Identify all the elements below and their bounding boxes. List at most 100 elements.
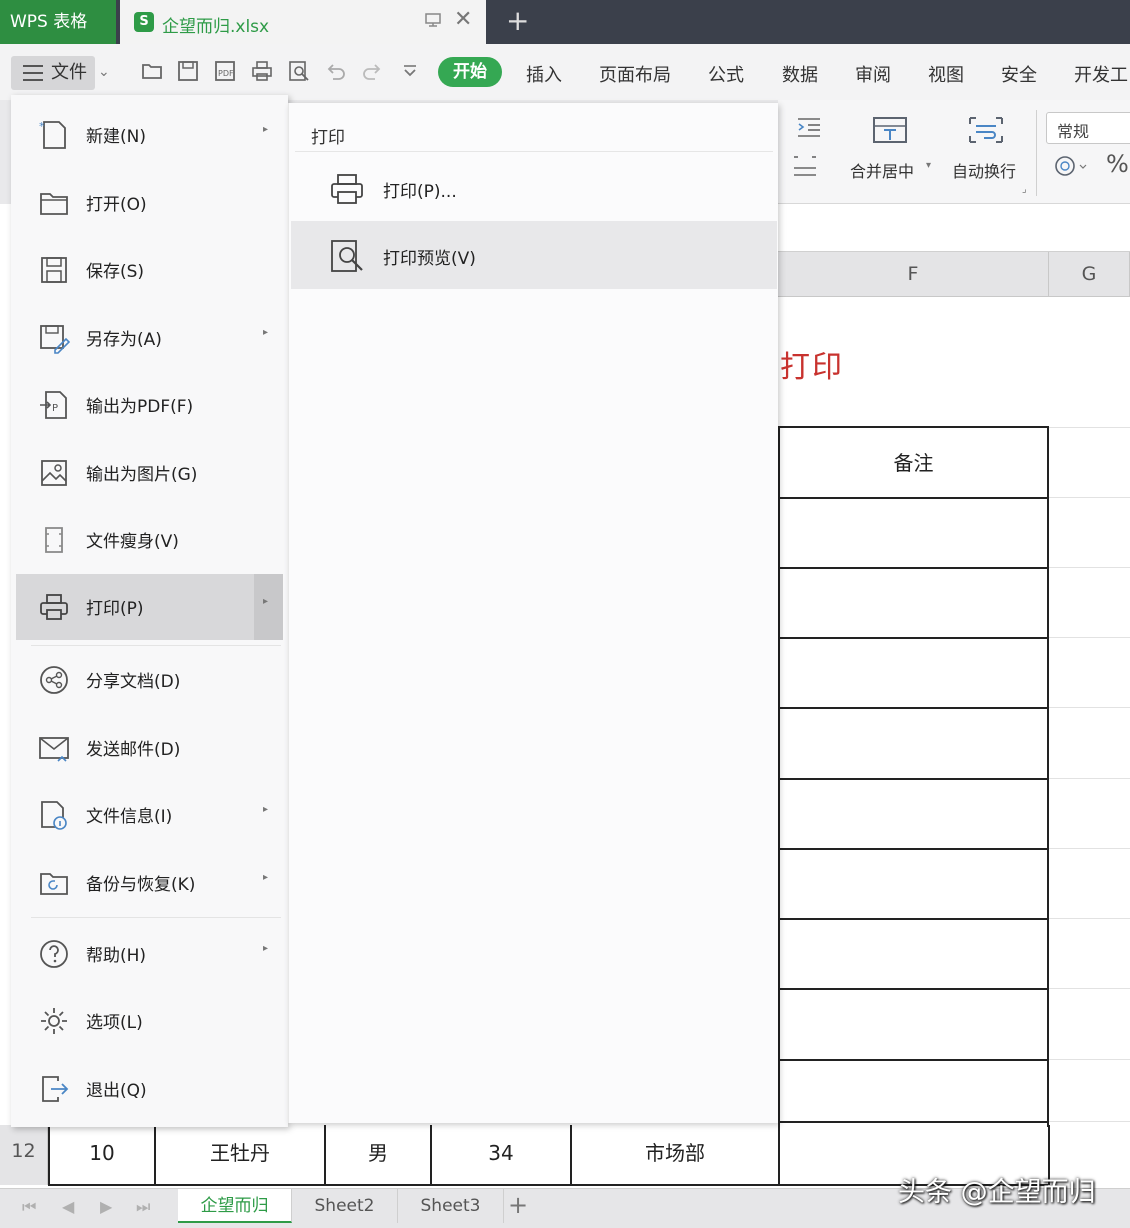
table-border bbox=[778, 707, 1049, 709]
column-header-g[interactable]: G bbox=[1049, 252, 1130, 297]
watermark: 头条 @企望而归 bbox=[898, 1177, 1096, 1208]
gridline bbox=[1049, 918, 1130, 919]
tab-insert[interactable]: 插入 bbox=[526, 61, 562, 87]
image-export-icon bbox=[38, 457, 70, 489]
customize-quick-access-icon[interactable] bbox=[399, 60, 421, 82]
tab-page-layout[interactable]: 页面布局 bbox=[599, 61, 671, 87]
print-icon[interactable] bbox=[251, 60, 273, 82]
undo-icon[interactable] bbox=[325, 60, 347, 82]
file-menu-button[interactable]: 文件 bbox=[11, 56, 95, 90]
merge-dropdown-icon[interactable]: ▾ bbox=[926, 160, 931, 171]
submenu-arrow-icon: ▸ bbox=[263, 804, 269, 815]
currency-icon[interactable] bbox=[1054, 154, 1090, 178]
new-tab-icon[interactable]: + bbox=[506, 4, 529, 37]
tab-developer[interactable]: 开发工 bbox=[1074, 61, 1128, 87]
gear-icon bbox=[38, 1005, 70, 1037]
distributed-align-icon[interactable] bbox=[792, 154, 818, 178]
pdf-icon[interactable]: PDF bbox=[214, 60, 236, 82]
cell-row12-name[interactable]: 王牡丹 bbox=[156, 1125, 326, 1185]
column-header-f[interactable]: F bbox=[778, 252, 1049, 297]
menu-item-exit[interactable]: 退出(Q) bbox=[16, 1056, 283, 1122]
table-border bbox=[778, 567, 1049, 569]
svg-text:*: * bbox=[39, 120, 45, 133]
table-border bbox=[778, 637, 1049, 639]
save-icon[interactable] bbox=[177, 60, 199, 82]
folder-icon bbox=[38, 187, 70, 219]
tab-data[interactable]: 数据 bbox=[782, 61, 818, 87]
mail-icon bbox=[38, 732, 70, 764]
menu-item-export-image[interactable]: 输出为图片(G) bbox=[16, 440, 283, 506]
menu-item-help[interactable]: 帮助(H) ▸ bbox=[16, 921, 283, 987]
percent-icon[interactable]: % bbox=[1106, 150, 1129, 178]
menu-item-slim-file[interactable]: 文件瘦身(V) bbox=[16, 507, 283, 573]
chevron-down-icon[interactable]: ⌄ bbox=[98, 64, 110, 80]
menu-item-send-mail[interactable]: 发送邮件(D) bbox=[16, 715, 283, 781]
table-border bbox=[778, 848, 1049, 850]
menu-item-file-info[interactable]: 文件信息(I) ▸ bbox=[16, 782, 283, 848]
number-format-select[interactable]: 常规 bbox=[1046, 112, 1130, 144]
tab-security[interactable]: 安全 bbox=[1001, 61, 1037, 87]
close-tab-icon[interactable]: ✕ bbox=[454, 7, 472, 32]
printer-icon bbox=[329, 171, 365, 207]
menu-item-share[interactable]: 分享文档(D) bbox=[16, 647, 283, 713]
wrap-text-label[interactable]: 自动换行 bbox=[952, 158, 1016, 182]
app-tab[interactable]: WPS 表格 bbox=[0, 0, 116, 44]
backup-icon bbox=[38, 867, 70, 899]
dialog-launcher-icon[interactable]: ⌟ bbox=[1022, 184, 1027, 195]
menu-item-export-pdf[interactable]: P 输出为PDF(F) bbox=[16, 372, 283, 438]
tab-review[interactable]: 审阅 bbox=[855, 61, 891, 87]
submenu-expand[interactable] bbox=[254, 574, 283, 640]
submenu-divider bbox=[295, 151, 773, 152]
submenu-item-print-preview[interactable]: 打印预览(V) bbox=[291, 221, 777, 289]
submenu-arrow-icon: ▸ bbox=[263, 596, 269, 607]
svg-text:PDF: PDF bbox=[218, 69, 234, 78]
table-border bbox=[778, 918, 1049, 920]
add-sheet-icon[interactable]: + bbox=[508, 1191, 528, 1219]
submenu-item-print[interactable]: 打印(P)... bbox=[291, 154, 777, 222]
document-tab[interactable]: S 企望而归.xlsx ✕ bbox=[120, 0, 486, 44]
sheet-tab-1[interactable]: 企望而归 bbox=[178, 1189, 292, 1223]
sheet-tab-2[interactable]: Sheet2 bbox=[292, 1189, 398, 1223]
sheet-tab-3[interactable]: Sheet3 bbox=[398, 1189, 504, 1223]
prev-sheet-icon[interactable]: ◀ bbox=[62, 1197, 74, 1216]
gridline bbox=[1049, 988, 1130, 989]
menu-item-options[interactable]: 选项(L) bbox=[16, 988, 283, 1054]
gridline bbox=[1049, 848, 1130, 849]
merge-center-icon[interactable] bbox=[872, 114, 908, 146]
indent-icon[interactable] bbox=[796, 116, 822, 138]
redo-icon[interactable] bbox=[361, 60, 383, 82]
row-header-12[interactable]: 12 bbox=[0, 1125, 48, 1185]
print-preview-icon[interactable] bbox=[288, 60, 310, 82]
gridline bbox=[1049, 1121, 1130, 1122]
open-folder-icon[interactable] bbox=[141, 60, 163, 82]
cell-row12-gender[interactable]: 男 bbox=[326, 1125, 432, 1185]
menu-item-open[interactable]: 打开(O) bbox=[16, 170, 283, 236]
next-sheet-icon[interactable]: ▶ bbox=[100, 1197, 112, 1216]
formula-bar[interactable] bbox=[778, 204, 1130, 252]
table-border bbox=[778, 988, 1049, 990]
cell-row12-age[interactable]: 34 bbox=[432, 1125, 572, 1185]
file-info-icon bbox=[38, 799, 70, 831]
menu-item-backup[interactable]: 备份与恢复(K) ▸ bbox=[16, 850, 283, 916]
menu-item-save[interactable]: 保存(S) bbox=[16, 237, 283, 303]
submenu-arrow-icon: ▸ bbox=[263, 124, 269, 135]
wrap-text-icon[interactable] bbox=[966, 114, 1006, 146]
toolbar: 文件 ⌄ PDF 开始 插入 页面布局 公式 数据 审阅 视图 安全 开发工 bbox=[0, 44, 1130, 100]
cell-row12-department[interactable]: 市场部 bbox=[572, 1125, 780, 1185]
monitor-icon[interactable] bbox=[424, 11, 442, 29]
tab-formulas[interactable]: 公式 bbox=[708, 61, 744, 87]
sheet-title-cell[interactable]: 打印 bbox=[780, 342, 844, 386]
tab-view[interactable]: 视图 bbox=[928, 61, 964, 87]
merge-center-label[interactable]: 合并居中 bbox=[850, 158, 914, 182]
gridline bbox=[1049, 707, 1130, 708]
tab-home[interactable]: 开始 bbox=[438, 57, 502, 87]
header-cell-remarks[interactable]: 备注 bbox=[778, 429, 1049, 498]
submenu-arrow-icon: ▸ bbox=[263, 943, 269, 954]
menu-item-new[interactable]: * 新建(N) ▸ bbox=[16, 102, 283, 168]
menu-item-print[interactable]: 打印(P) ▸ bbox=[16, 574, 283, 640]
pdf-export-icon: P bbox=[38, 389, 70, 421]
menu-item-save-as[interactable]: 另存为(A) ▸ bbox=[16, 305, 283, 371]
first-sheet-icon[interactable]: ⏮ bbox=[22, 1197, 36, 1217]
last-sheet-icon[interactable]: ⏭ bbox=[136, 1197, 150, 1217]
cell-row12-index[interactable]: 10 bbox=[48, 1125, 156, 1185]
